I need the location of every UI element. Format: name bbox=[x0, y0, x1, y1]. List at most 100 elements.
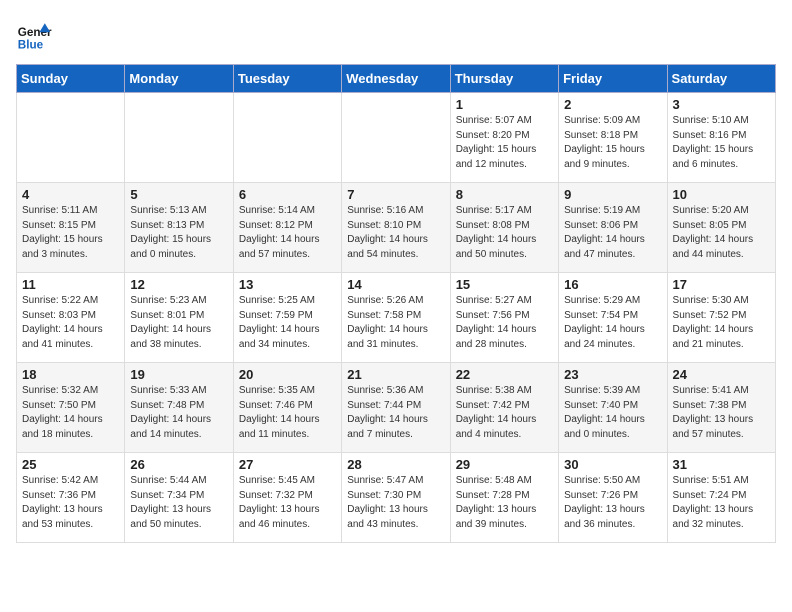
day-number: 20 bbox=[239, 367, 336, 382]
day-number: 4 bbox=[22, 187, 119, 202]
table-row: 24 Sunrise: 5:41 AM Sunset: 7:38 PM Dayli… bbox=[667, 363, 775, 453]
day-info: Sunrise: 5:50 AM Sunset: 7:26 PM Dayligh… bbox=[564, 474, 661, 532]
calendar-week-row: 1 Sunrise: 5:07 AM Sunset: 8:20 PM Daylig… bbox=[17, 93, 776, 183]
day-info: Sunrise: 5:13 AM Sunset: 8:13 PM Dayligh… bbox=[130, 204, 227, 262]
table-row: 12 Sunrise: 5:23 AM Sunset: 8:01 PM Dayli… bbox=[125, 273, 233, 363]
day-info: Sunrise: 5:47 AM Sunset: 7:30 PM Dayligh… bbox=[347, 474, 444, 532]
table-row: 4 Sunrise: 5:11 AM Sunset: 8:15 PM Daylig… bbox=[17, 183, 125, 273]
table-row: 19 Sunrise: 5:33 AM Sunset: 7:48 PM Dayli… bbox=[125, 363, 233, 453]
day-info: Sunrise: 5:30 AM Sunset: 7:52 PM Dayligh… bbox=[673, 294, 770, 352]
table-row: 23 Sunrise: 5:39 AM Sunset: 7:40 PM Dayli… bbox=[559, 363, 667, 453]
day-number: 30 bbox=[564, 457, 661, 472]
day-info: Sunrise: 5:51 AM Sunset: 7:24 PM Dayligh… bbox=[673, 474, 770, 532]
day-info: Sunrise: 5:10 AM Sunset: 8:16 PM Dayligh… bbox=[673, 114, 770, 172]
day-number: 10 bbox=[673, 187, 770, 202]
day-number: 14 bbox=[347, 277, 444, 292]
day-number: 16 bbox=[564, 277, 661, 292]
table-row: 1 Sunrise: 5:07 AM Sunset: 8:20 PM Daylig… bbox=[450, 93, 558, 183]
table-row: 22 Sunrise: 5:38 AM Sunset: 7:42 PM Dayli… bbox=[450, 363, 558, 453]
col-monday: Monday bbox=[125, 65, 233, 93]
day-info: Sunrise: 5:11 AM Sunset: 8:15 PM Dayligh… bbox=[22, 204, 119, 262]
table-row: 27 Sunrise: 5:45 AM Sunset: 7:32 PM Dayli… bbox=[233, 453, 341, 543]
day-info: Sunrise: 5:26 AM Sunset: 7:58 PM Dayligh… bbox=[347, 294, 444, 352]
day-info: Sunrise: 5:19 AM Sunset: 8:06 PM Dayligh… bbox=[564, 204, 661, 262]
table-row bbox=[342, 93, 450, 183]
table-row: 6 Sunrise: 5:14 AM Sunset: 8:12 PM Daylig… bbox=[233, 183, 341, 273]
logo: General Blue bbox=[16, 16, 56, 52]
day-info: Sunrise: 5:41 AM Sunset: 7:38 PM Dayligh… bbox=[673, 384, 770, 442]
day-number: 11 bbox=[22, 277, 119, 292]
table-row: 8 Sunrise: 5:17 AM Sunset: 8:08 PM Daylig… bbox=[450, 183, 558, 273]
svg-text:Blue: Blue bbox=[18, 38, 44, 51]
day-info: Sunrise: 5:25 AM Sunset: 7:59 PM Dayligh… bbox=[239, 294, 336, 352]
table-row: 14 Sunrise: 5:26 AM Sunset: 7:58 PM Dayli… bbox=[342, 273, 450, 363]
table-row: 20 Sunrise: 5:35 AM Sunset: 7:46 PM Dayli… bbox=[233, 363, 341, 453]
table-row: 9 Sunrise: 5:19 AM Sunset: 8:06 PM Daylig… bbox=[559, 183, 667, 273]
table-row: 13 Sunrise: 5:25 AM Sunset: 7:59 PM Dayli… bbox=[233, 273, 341, 363]
calendar-week-row: 25Sunrise: 5:42 AM Sunset: 7:36 PM Dayli… bbox=[17, 453, 776, 543]
day-number: 19 bbox=[130, 367, 227, 382]
table-row: 26 Sunrise: 5:44 AM Sunset: 7:34 PM Dayli… bbox=[125, 453, 233, 543]
day-info: Sunrise: 5:38 AM Sunset: 7:42 PM Dayligh… bbox=[456, 384, 553, 442]
day-number: 22 bbox=[456, 367, 553, 382]
table-row: 30 Sunrise: 5:50 AM Sunset: 7:26 PM Dayli… bbox=[559, 453, 667, 543]
day-number: 23 bbox=[564, 367, 661, 382]
day-number: 5 bbox=[130, 187, 227, 202]
day-info: Sunrise: 5:14 AM Sunset: 8:12 PM Dayligh… bbox=[239, 204, 336, 262]
day-number: 31 bbox=[673, 457, 770, 472]
day-info: Sunrise: 5:22 AM Sunset: 8:03 PM Dayligh… bbox=[22, 294, 119, 352]
calendar-week-row: 18Sunrise: 5:32 AM Sunset: 7:50 PM Dayli… bbox=[17, 363, 776, 453]
day-number: 21 bbox=[347, 367, 444, 382]
table-row: 18Sunrise: 5:32 AM Sunset: 7:50 PM Dayli… bbox=[17, 363, 125, 453]
logo-icon: General Blue bbox=[16, 16, 52, 52]
table-row: 5 Sunrise: 5:13 AM Sunset: 8:13 PM Daylig… bbox=[125, 183, 233, 273]
table-row: 28 Sunrise: 5:47 AM Sunset: 7:30 PM Dayli… bbox=[342, 453, 450, 543]
day-info: Sunrise: 5:45 AM Sunset: 7:32 PM Dayligh… bbox=[239, 474, 336, 532]
day-info: Sunrise: 5:48 AM Sunset: 7:28 PM Dayligh… bbox=[456, 474, 553, 532]
table-row: 17 Sunrise: 5:30 AM Sunset: 7:52 PM Dayli… bbox=[667, 273, 775, 363]
day-number: 27 bbox=[239, 457, 336, 472]
day-info: Sunrise: 5:27 AM Sunset: 7:56 PM Dayligh… bbox=[456, 294, 553, 352]
day-info: Sunrise: 5:44 AM Sunset: 7:34 PM Dayligh… bbox=[130, 474, 227, 532]
calendar-week-row: 4 Sunrise: 5:11 AM Sunset: 8:15 PM Daylig… bbox=[17, 183, 776, 273]
day-info: Sunrise: 5:33 AM Sunset: 7:48 PM Dayligh… bbox=[130, 384, 227, 442]
table-row: 29Sunrise: 5:48 AM Sunset: 7:28 PM Dayli… bbox=[450, 453, 558, 543]
day-info: Sunrise: 5:09 AM Sunset: 8:18 PM Dayligh… bbox=[564, 114, 661, 172]
col-thursday: Thursday bbox=[450, 65, 558, 93]
table-row: 3 Sunrise: 5:10 AM Sunset: 8:16 PM Daylig… bbox=[667, 93, 775, 183]
day-number: 28 bbox=[347, 457, 444, 472]
col-wednesday: Wednesday bbox=[342, 65, 450, 93]
day-number: 15 bbox=[456, 277, 553, 292]
day-number: 2 bbox=[564, 97, 661, 112]
day-info: Sunrise: 5:36 AM Sunset: 7:44 PM Dayligh… bbox=[347, 384, 444, 442]
day-number: 12 bbox=[130, 277, 227, 292]
table-row: 16Sunrise: 5:29 AM Sunset: 7:54 PM Dayli… bbox=[559, 273, 667, 363]
day-number: 17 bbox=[673, 277, 770, 292]
day-number: 9 bbox=[564, 187, 661, 202]
day-info: Sunrise: 5:17 AM Sunset: 8:08 PM Dayligh… bbox=[456, 204, 553, 262]
col-tuesday: Tuesday bbox=[233, 65, 341, 93]
page-header: General Blue bbox=[16, 16, 776, 52]
day-info: Sunrise: 5:07 AM Sunset: 8:20 PM Dayligh… bbox=[456, 114, 553, 172]
day-number: 1 bbox=[456, 97, 553, 112]
day-number: 26 bbox=[130, 457, 227, 472]
day-number: 13 bbox=[239, 277, 336, 292]
table-row: 2 Sunrise: 5:09 AM Sunset: 8:18 PM Daylig… bbox=[559, 93, 667, 183]
day-number: 8 bbox=[456, 187, 553, 202]
table-row: 21 Sunrise: 5:36 AM Sunset: 7:44 PM Dayli… bbox=[342, 363, 450, 453]
day-number: 6 bbox=[239, 187, 336, 202]
day-info: Sunrise: 5:23 AM Sunset: 8:01 PM Dayligh… bbox=[130, 294, 227, 352]
col-friday: Friday bbox=[559, 65, 667, 93]
day-number: 25 bbox=[22, 457, 119, 472]
day-number: 18 bbox=[22, 367, 119, 382]
calendar-week-row: 11 Sunrise: 5:22 AM Sunset: 8:03 PM Dayli… bbox=[17, 273, 776, 363]
table-row: 7Sunrise: 5:16 AM Sunset: 8:10 PM Daylig… bbox=[342, 183, 450, 273]
col-sunday: Sunday bbox=[17, 65, 125, 93]
day-number: 24 bbox=[673, 367, 770, 382]
day-number: 3 bbox=[673, 97, 770, 112]
col-saturday: Saturday bbox=[667, 65, 775, 93]
table-row: 11 Sunrise: 5:22 AM Sunset: 8:03 PM Dayli… bbox=[17, 273, 125, 363]
day-info: Sunrise: 5:35 AM Sunset: 7:46 PM Dayligh… bbox=[239, 384, 336, 442]
table-row: 31 Sunrise: 5:51 AM Sunset: 7:24 PM Dayli… bbox=[667, 453, 775, 543]
day-info: Sunrise: 5:39 AM Sunset: 7:40 PM Dayligh… bbox=[564, 384, 661, 442]
